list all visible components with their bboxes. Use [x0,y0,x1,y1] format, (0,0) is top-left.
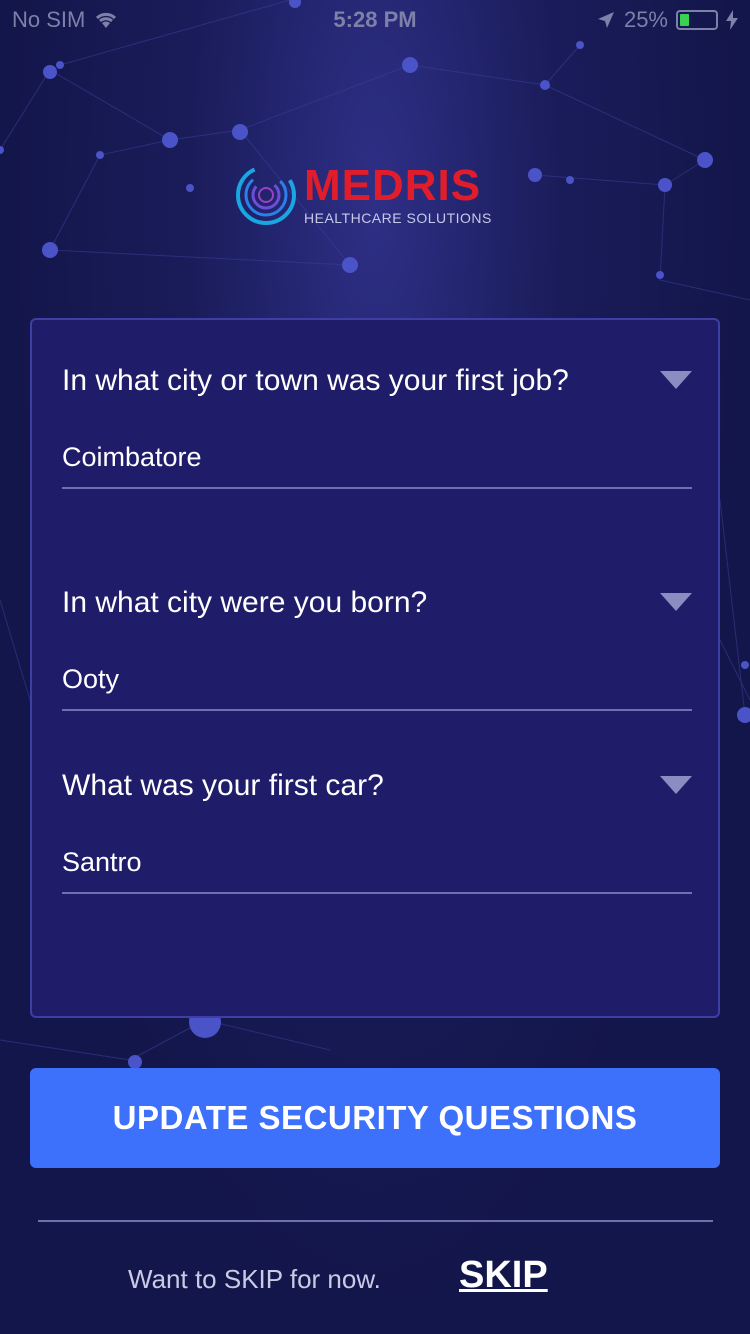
battery-percent: 25% [623,7,668,32]
status-right: 25% [596,7,738,33]
status-bar: No SIM 5:28 PM 25% [0,0,750,40]
medris-logo: MEDRIS HEALTHCARE SOLUTIONS [234,160,492,230]
dropdown-arrow-icon[interactable] [660,593,692,613]
divider [38,1220,713,1222]
charging-bolt-icon [726,10,738,30]
question-text-2: In what city were you born? [62,586,428,619]
logo-text: MEDRIS HEALTHCARE SOLUTIONS [304,161,492,227]
question-text-3: What was your first car? [62,769,384,802]
battery-icon [676,10,718,30]
security-questions-card: In what city or town was your first job?… [30,318,720,1018]
logo-rings-icon [236,165,296,225]
location-arrow-icon [597,12,614,28]
battery-level-fill [680,14,689,26]
logo-name: MEDRIS [304,161,482,210]
question-block-1: In what city or town was your first job? [62,360,692,489]
answer-input-3[interactable] [62,847,692,894]
answer-input-1[interactable] [62,442,692,489]
dropdown-arrow-icon[interactable] [660,371,692,391]
status-left: No SIM [12,7,119,33]
dropdown-arrow-icon[interactable] [660,776,692,796]
question-block-3: What was your first car? [62,765,692,894]
question-dropdown-1[interactable]: In what city or town was your first job? [62,360,692,402]
question-text-1: In what city or town was your first job? [62,364,569,397]
logo-subtitle: HEALTHCARE SOLUTIONS [304,210,492,226]
wifi-icon [96,12,117,28]
question-dropdown-3[interactable]: What was your first car? [62,765,692,807]
question-dropdown-2[interactable]: In what city were you born? [62,582,692,624]
update-security-questions-button[interactable]: UPDATE SECURITY QUESTIONS [30,1068,720,1168]
skip-link[interactable]: SKIP [459,1254,548,1297]
question-block-2: In what city were you born? [62,582,692,711]
skip-prompt: Want to SKIP for now. [128,1264,381,1294]
answer-input-2[interactable] [62,664,692,711]
carrier-label: No SIM [12,7,86,32]
